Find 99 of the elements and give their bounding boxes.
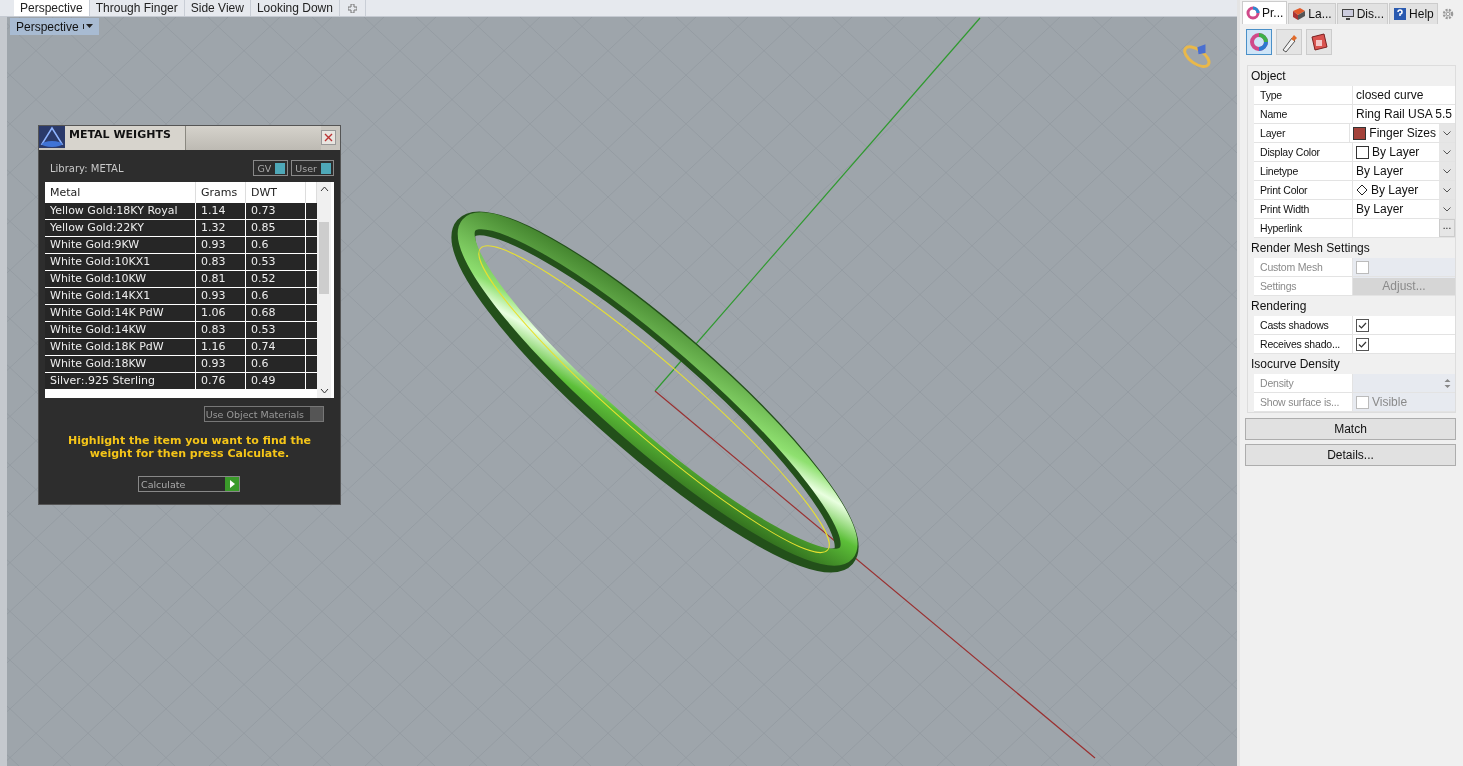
- table-cell: 0.73: [246, 203, 306, 219]
- table-cell: 1.14: [196, 203, 246, 219]
- scrollbar[interactable]: [317, 182, 331, 398]
- play-icon: [225, 477, 239, 491]
- viewport-tab[interactable]: Looking Down: [250, 0, 340, 16]
- property-label: Hyperlink: [1254, 219, 1353, 238]
- viewport-label[interactable]: Perspective: [10, 18, 99, 35]
- panel-button[interactable]: Match: [1245, 418, 1456, 440]
- table-cell: 0.53: [246, 254, 306, 270]
- table-cell: Yellow Gold:22KY: [45, 220, 196, 236]
- table-cell: 1.06: [196, 305, 246, 321]
- instruction-text: Highlight the item you want to find the weight for then press Calculate.: [67, 433, 312, 460]
- table-cell: White Gold:18KW: [45, 356, 196, 372]
- chevron-icon: [1443, 168, 1451, 174]
- property-label: Name: [1254, 105, 1353, 124]
- table-cell: 0.6: [246, 356, 306, 372]
- caret-icon: [82, 24, 94, 29]
- property-label: Display Color: [1254, 143, 1353, 162]
- toolbar-button[interactable]: [1306, 29, 1332, 55]
- layers-icon: [1292, 7, 1307, 21]
- table-cell: White Gold:14K PdW: [45, 305, 196, 321]
- checkbox[interactable]: [1356, 318, 1369, 332]
- table-cell: 0.68: [246, 305, 306, 321]
- color-wheel-icon: [1248, 31, 1270, 53]
- table-cell: 0.6: [246, 237, 306, 253]
- toolbar-button[interactable]: [1276, 29, 1302, 55]
- table-cell: 0.6: [246, 288, 306, 304]
- property-label: Type: [1254, 86, 1353, 105]
- property-label: Custom Mesh: [1254, 258, 1353, 277]
- table-cell: Silver:.925 Sterling: [45, 373, 196, 389]
- option-toggle[interactable]: Use Object Materials: [203, 406, 324, 422]
- panel-tab[interactable]: Pr...: [1242, 1, 1288, 24]
- viewport-tab[interactable]: Through Finger: [89, 0, 185, 16]
- table-cell: 1.16: [196, 339, 246, 355]
- toolbar-button[interactable]: [1246, 29, 1272, 55]
- viewport-tab[interactable]: Side View: [184, 0, 251, 16]
- table-cell: 0.81: [196, 271, 246, 287]
- settings-icon[interactable]: [1440, 7, 1455, 21]
- chevron-icon: [1443, 206, 1451, 212]
- panel-tab[interactable]: Help: [1389, 3, 1438, 24]
- checkbox-label: Visible: [1372, 395, 1409, 409]
- panel-button[interactable]: Details...: [1245, 444, 1456, 466]
- table-cell: 0.83: [196, 322, 246, 338]
- property-label: Show surface is...: [1254, 393, 1353, 412]
- ellipsis-button[interactable]: ...: [1439, 219, 1455, 237]
- spinner-icon[interactable]: [1444, 377, 1451, 389]
- close-icon: [324, 133, 333, 142]
- panel-tab[interactable]: La...: [1288, 3, 1336, 24]
- viewport-tab[interactable]: Perspective: [14, 0, 90, 16]
- plus-icon: [347, 3, 357, 13]
- table-cell: White Gold:14KX1: [45, 288, 196, 304]
- panel-tab[interactable]: Dis...: [1336, 3, 1389, 24]
- dropdown-button[interactable]: [1439, 200, 1455, 218]
- property-label: Print Width: [1254, 200, 1353, 219]
- table-cell: 0.74: [246, 339, 306, 355]
- table-cell: 0.49: [246, 373, 306, 389]
- table-cell: White Gold:14KW: [45, 322, 196, 338]
- table-cell: White Gold:10KX1: [45, 254, 196, 270]
- viewport-name: Perspective: [16, 19, 79, 34]
- close-button[interactable]: [321, 130, 336, 145]
- property-label: Settings: [1254, 277, 1353, 296]
- toggle-switch[interactable]: User: [291, 160, 334, 176]
- table-cell: 0.93: [196, 237, 246, 253]
- property-label: Layer: [1254, 124, 1351, 143]
- scroll-down-icon: [319, 388, 329, 394]
- diamond-icon: [1356, 184, 1368, 196]
- chevron-icon: [1443, 149, 1451, 155]
- texture-icon: [1308, 31, 1330, 53]
- chevron-icon: [1443, 130, 1451, 136]
- help-icon: [1393, 7, 1408, 21]
- property-label: Receives shado...: [1254, 335, 1353, 354]
- table-cell: Yellow Gold:18KY Royal: [45, 203, 196, 219]
- library-label: Library: METAL: [50, 162, 124, 174]
- table-cell: 0.52: [246, 271, 306, 287]
- dropdown-button[interactable]: [1439, 124, 1455, 142]
- table-cell: 0.93: [196, 288, 246, 304]
- monitor-icon: [1340, 7, 1355, 21]
- dialog-title: METAL WEIGHTS: [65, 126, 186, 150]
- table-cell: 0.83: [196, 254, 246, 270]
- property-label: Casts shadows: [1254, 316, 1353, 335]
- property-label: Linetype: [1254, 162, 1353, 181]
- table-cell: White Gold:18K PdW: [45, 339, 196, 355]
- scroll-thumb[interactable]: [319, 222, 329, 294]
- table-cell: 0.76: [196, 373, 246, 389]
- table-cell: 1.32: [196, 220, 246, 236]
- color-wheel-icon: [1246, 6, 1260, 20]
- table-cell: White Gold:9KW: [45, 237, 196, 253]
- chevron-icon: [1443, 187, 1451, 193]
- pyramid-icon: [39, 126, 65, 148]
- table-cell: White Gold:10KW: [45, 271, 196, 287]
- scroll-up-icon: [319, 186, 329, 192]
- table-cell: 0.93: [196, 356, 246, 372]
- toggle-switch[interactable]: GV: [253, 160, 289, 176]
- table-cell: 0.53: [246, 322, 306, 338]
- property-label: Print Color: [1254, 181, 1353, 200]
- property-label: Density: [1254, 374, 1353, 393]
- calculate-button[interactable]: Calculate: [138, 476, 240, 492]
- checkbox[interactable]: [1356, 337, 1369, 351]
- table-cell: 0.85: [246, 220, 306, 236]
